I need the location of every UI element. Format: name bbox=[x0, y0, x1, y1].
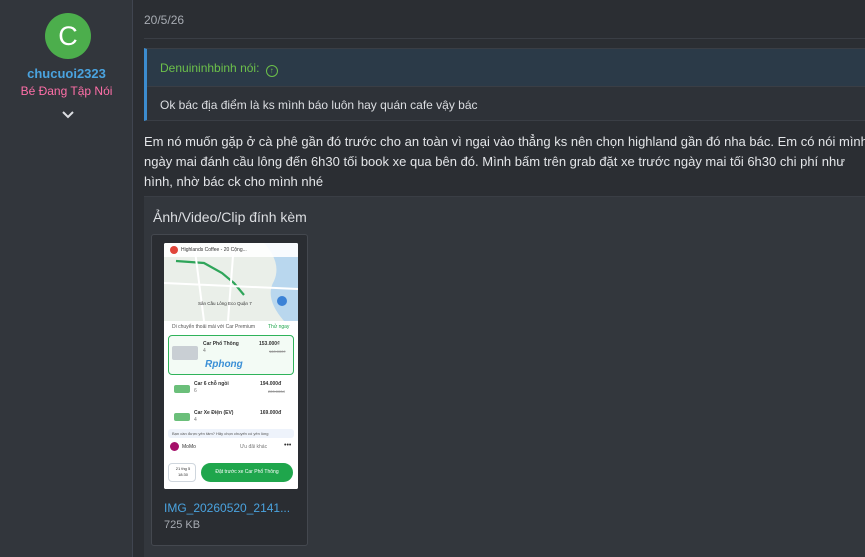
divider bbox=[144, 38, 865, 39]
map-pin-label: Sân Cầu Lông Eco Quận 7 bbox=[198, 301, 252, 306]
message-line: ngày mai đánh cầu lông đến 6h30 tối book… bbox=[144, 154, 845, 169]
ride-option: Car 6 chỗ ngồi 194.000đ 220.000đ 6 bbox=[168, 379, 294, 405]
quote-author[interactable]: Denuininhbinh nói: bbox=[160, 61, 259, 75]
attachment-file-name[interactable]: IMG_20260520_2141... bbox=[164, 501, 302, 515]
ride-option: Car Xe Điện (EV) 169.000đ 4 bbox=[168, 409, 294, 427]
ride-options-sheet: Di chuyển thoải mái với Car Premium Thử … bbox=[164, 321, 298, 489]
option-price: 169.000đ bbox=[260, 410, 282, 416]
option-seats: 4 bbox=[194, 417, 197, 423]
schedule-chip: 21 thg 5 18:30 bbox=[168, 463, 196, 482]
attachment-thumbnail[interactable]: Highlands Coffee - 20 Cộng... Sân Cầu Lô… bbox=[164, 243, 298, 489]
schedule-text: 21 thg 5 18:30 bbox=[175, 466, 191, 477]
post-message: Em nó muốn gặp ở cà phê gần đó trước cho… bbox=[144, 132, 865, 192]
momo-icon bbox=[170, 442, 179, 451]
attachments-box: Ảnh/Video/Clip đính kèm Highlands Coffee… bbox=[144, 196, 865, 557]
option-price: 194.000đ bbox=[260, 381, 282, 387]
option-name: Car Phổ Thông bbox=[203, 341, 239, 347]
map-graphic bbox=[164, 243, 298, 322]
attachments-title: Ảnh/Video/Clip đính kèm bbox=[153, 209, 307, 225]
option-old-price: 160.000₫ bbox=[269, 349, 286, 354]
chevron-down-icon[interactable] bbox=[59, 108, 77, 126]
attachment-card[interactable]: Highlands Coffee - 20 Cộng... Sân Cầu Lô… bbox=[151, 234, 308, 546]
message-line: hình, nhờ bác ck cho mình nhé bbox=[144, 174, 324, 189]
option-name: Car Xe Điện (EV) bbox=[194, 410, 234, 416]
safety-text: Bạn cần được yên tâm? Hãy chọn chuyến có… bbox=[172, 431, 269, 436]
watermark-text: Rphong bbox=[205, 359, 243, 370]
quote-body: Ok bác địa điểm là ks mình báo luôn hay … bbox=[160, 98, 478, 112]
more-icon: ••• bbox=[284, 442, 292, 449]
quote-block: Denuininhbinh nói: ↑ Ok bác địa điểm là … bbox=[144, 48, 865, 121]
option-seats: 6 bbox=[194, 388, 197, 394]
car-icon bbox=[172, 346, 198, 360]
car-icon bbox=[174, 413, 190, 421]
attachment-file-size: 725 KB bbox=[164, 519, 201, 531]
hint-text: Di chuyển thoải mái với Car Premium bbox=[172, 324, 256, 330]
avatar[interactable]: C bbox=[45, 13, 91, 59]
ride-option: Car Phổ Thông 153.000₫ 160.000₫ 4 Rphong bbox=[168, 335, 294, 375]
hint-link: Thử ngay bbox=[268, 324, 290, 330]
username-link[interactable]: chucuoi2323 bbox=[0, 66, 133, 81]
option-name: Car 6 chỗ ngồi bbox=[194, 381, 229, 387]
book-ride-button: Đặt trước xe Car Phổ Thông bbox=[201, 463, 293, 482]
message-line: Em nó muốn gặp ở cà phê gần đó trước cho… bbox=[144, 134, 865, 149]
map-preview: Highlands Coffee - 20 Cộng... Sân Cầu Lô… bbox=[164, 243, 298, 322]
quote-header[interactable]: Denuininhbinh nói: ↑ bbox=[147, 49, 865, 87]
map-top-label: Highlands Coffee - 20 Cộng... bbox=[181, 247, 247, 253]
safety-banner: Bạn cần được yên tâm? Hãy chọn chuyến có… bbox=[168, 429, 294, 438]
option-old-price: 220.000đ bbox=[268, 389, 285, 394]
user-title: Bé Đang Tập Nói bbox=[20, 84, 113, 98]
go-to-quote-icon[interactable]: ↑ bbox=[265, 65, 278, 77]
option-price: 153.000₫ bbox=[259, 341, 280, 347]
user-sidebar: C chucuoi2323 Bé Đang Tập Nói bbox=[0, 0, 133, 557]
option-seats: 4 bbox=[203, 348, 206, 354]
post-date[interactable]: 20/5/26 bbox=[144, 13, 184, 27]
payment-method: MoMo bbox=[182, 444, 196, 450]
payment-note: Ưu đãi khác bbox=[240, 444, 268, 450]
car-icon bbox=[174, 385, 190, 393]
